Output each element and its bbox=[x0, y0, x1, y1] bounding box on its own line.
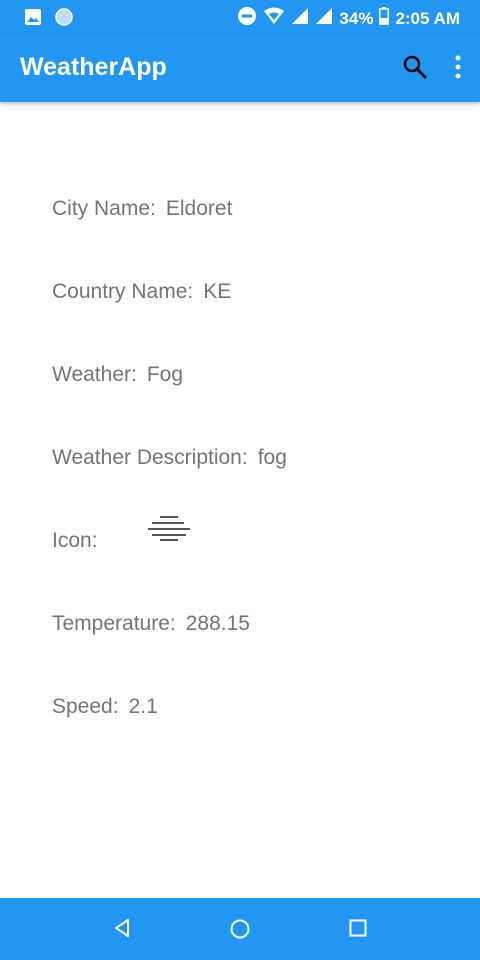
weather-value: Fog bbox=[146, 363, 184, 386]
recents-icon[interactable] bbox=[348, 918, 368, 943]
status-bar: 34% 2:05 AM bbox=[0, 0, 480, 34]
weather-label: Weather: bbox=[52, 363, 137, 386]
app-bar: WeatherApp bbox=[0, 34, 480, 102]
description-label: Weather Description: bbox=[52, 446, 248, 469]
overflow-menu-icon[interactable] bbox=[454, 55, 462, 84]
icon-label: Icon: bbox=[52, 529, 98, 552]
temperature-label: Temperature: bbox=[52, 612, 176, 635]
city-field: City Name: Eldoret bbox=[52, 197, 232, 221]
country-label: Country Name: bbox=[52, 280, 194, 303]
signal-icon bbox=[315, 7, 333, 30]
back-icon[interactable] bbox=[112, 918, 132, 943]
search-icon[interactable] bbox=[402, 54, 428, 85]
weather-field: Weather: Fog bbox=[52, 363, 183, 387]
speed-value: 2.1 bbox=[128, 695, 158, 718]
app-title: WeatherApp bbox=[20, 53, 167, 81]
city-value: Eldoret bbox=[165, 197, 233, 220]
description-field: Weather Description: fog bbox=[52, 446, 287, 470]
circle-icon bbox=[54, 7, 74, 32]
clock: 2:05 AM bbox=[395, 8, 460, 28]
city-label: City Name: bbox=[52, 197, 156, 220]
country-value: KE bbox=[203, 280, 232, 303]
do-not-disturb-icon bbox=[237, 6, 257, 31]
description-value: fog bbox=[257, 446, 287, 469]
wifi-icon bbox=[263, 7, 285, 30]
signal-icon bbox=[291, 7, 309, 30]
battery-icon bbox=[379, 7, 390, 30]
speed-field: Speed: 2.1 bbox=[52, 695, 158, 719]
navigation-bar bbox=[0, 898, 480, 960]
temperature-value: 288.15 bbox=[185, 612, 250, 635]
home-icon[interactable] bbox=[229, 918, 251, 945]
speed-label: Speed: bbox=[52, 695, 119, 718]
image-icon bbox=[24, 8, 42, 31]
icon-field: Icon: bbox=[52, 529, 98, 553]
temperature-field: Temperature: 288.15 bbox=[52, 612, 250, 636]
country-field: Country Name: KE bbox=[52, 280, 231, 304]
battery-percent: 34% bbox=[339, 8, 374, 28]
fog-icon bbox=[146, 514, 192, 549]
